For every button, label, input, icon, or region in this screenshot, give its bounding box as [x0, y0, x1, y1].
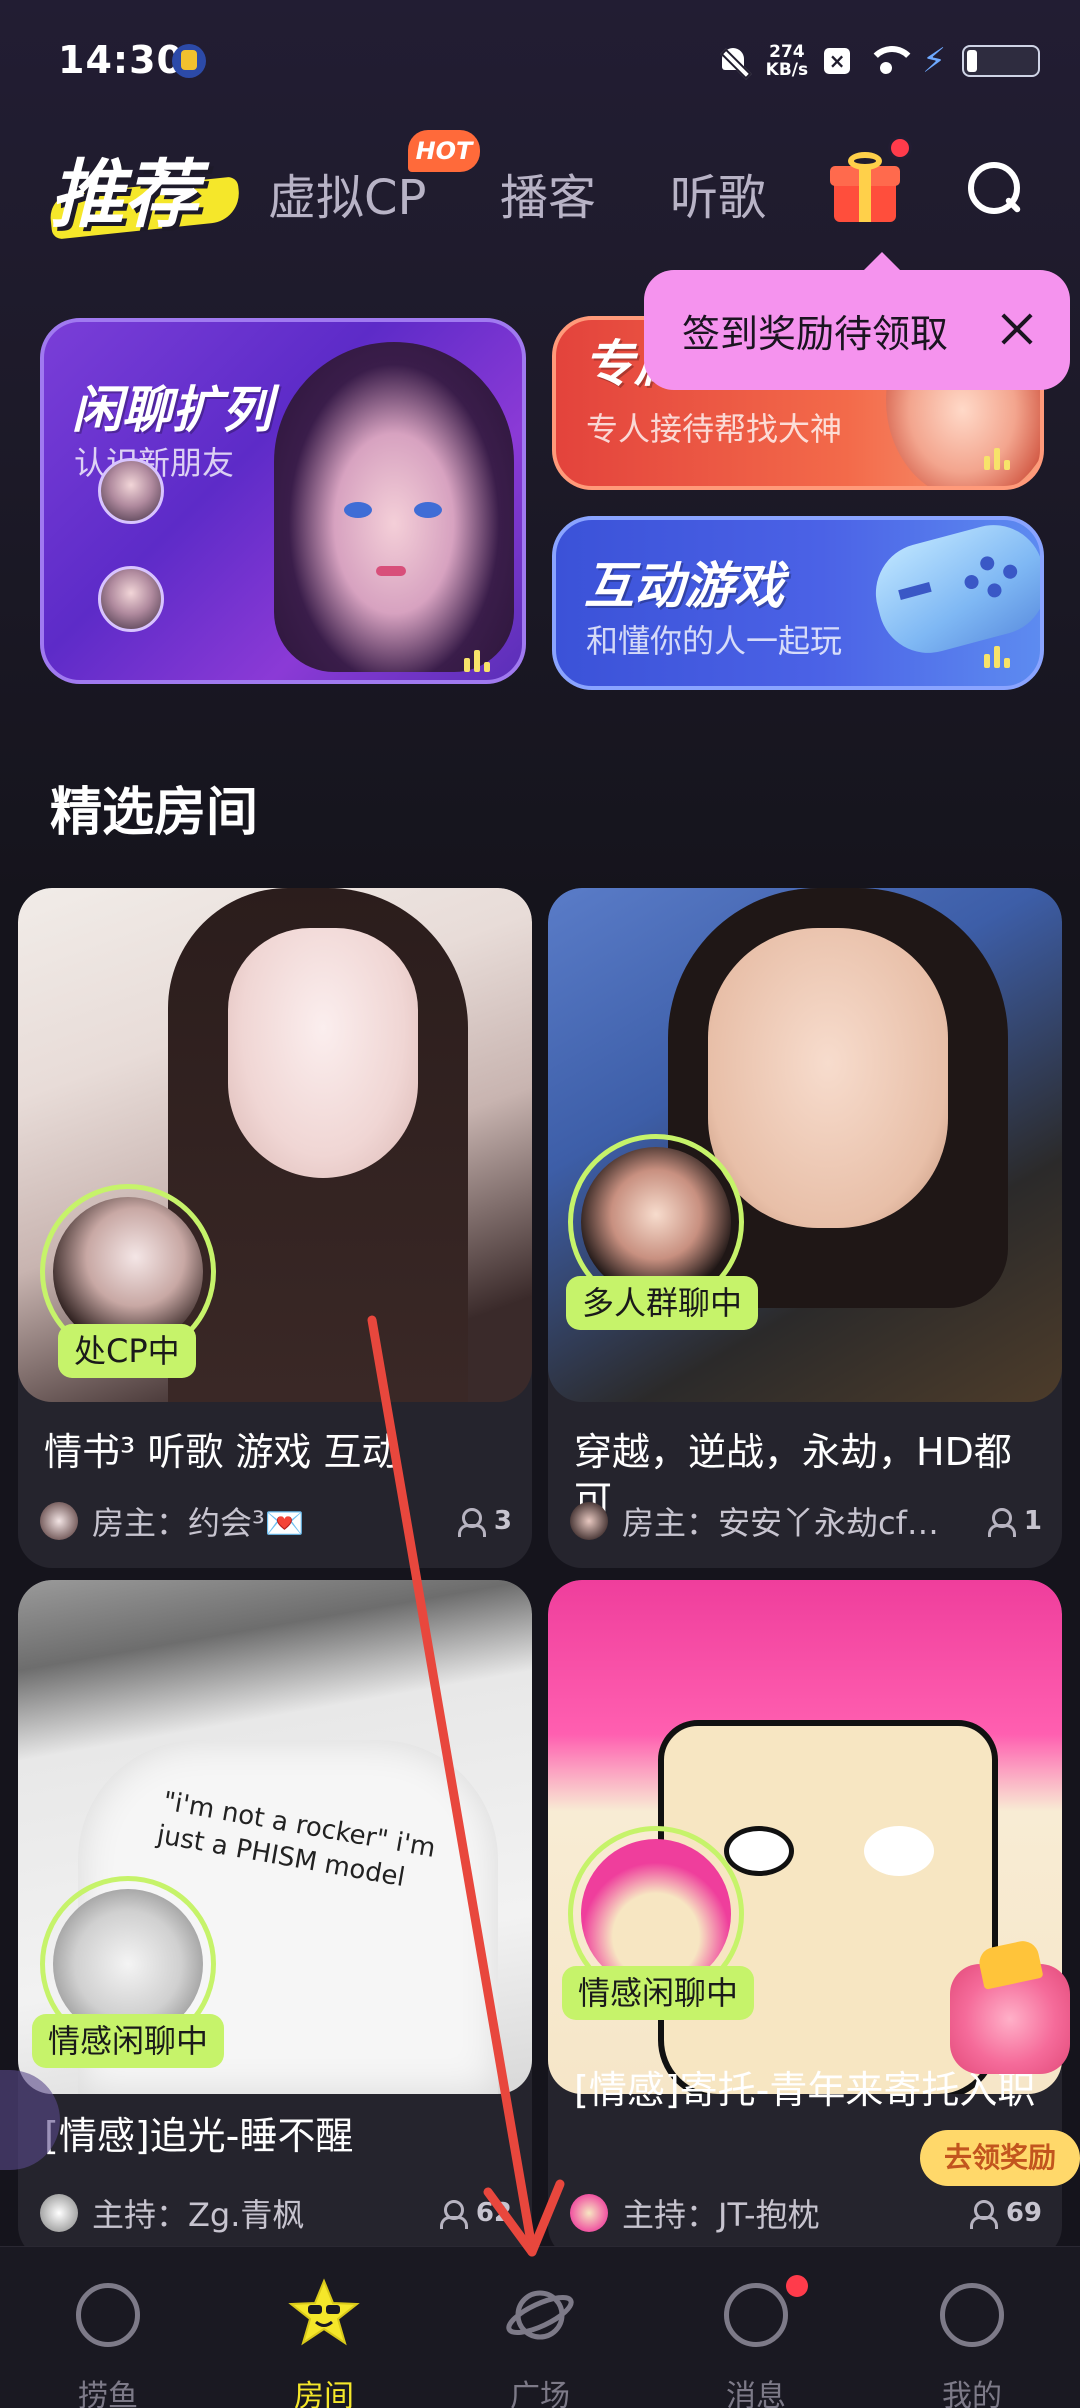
room-title: 情书³ 听歌 游戏 互动: [44, 1430, 400, 1474]
host-row: 主持：JT-抱枕 69: [570, 2192, 1042, 2234]
banner-chat[interactable]: 闲聊扩列 认识新朋友: [40, 318, 526, 684]
gift-icon: [950, 1964, 1070, 2074]
host-name: 主持：JT-抱枕: [622, 2196, 820, 2234]
host-row: 主持：Zg.青枫 62: [40, 2192, 512, 2234]
reward-float-button[interactable]: 去领奖励: [920, 1964, 1080, 2194]
status-bar: 14:30 274 KB/s × ⚡: [0, 0, 1080, 120]
nav-item-fishing[interactable]: 捞鱼: [0, 2247, 216, 2408]
hi-bubble-icon: [724, 2283, 788, 2347]
room-card[interactable]: 处CP中 情书³ 听歌 游戏 互动 房主：约会³💌 3: [18, 888, 532, 1568]
people-count: 3: [493, 1506, 512, 1536]
checkin-reward-tooltip[interactable]: 签到奖励待领取: [644, 252, 1070, 390]
nav-label: 广场: [510, 2379, 570, 2408]
network-speed-unit: KB/s: [765, 60, 809, 80]
reward-label: 去领奖励: [920, 2130, 1080, 2186]
mute-bell-icon: [716, 44, 750, 78]
people-icon: [439, 2198, 470, 2229]
nav-item-rooms[interactable]: 房间: [216, 2247, 432, 2408]
status-time: 14:30: [58, 38, 184, 82]
tab-music[interactable]: 听歌: [670, 158, 766, 228]
nav-label: 消息: [726, 2379, 786, 2408]
hot-badge: HOT: [408, 130, 480, 172]
charging-bolt-icon: ⚡: [922, 41, 946, 81]
host-name: 主持：Zg.青枫: [92, 2196, 305, 2234]
room-card[interactable]: 多人群聊中 穿越，逆战，永劫，HD都可 房主：安安丫永劫cf… 1: [548, 888, 1062, 1568]
search-icon[interactable]: [966, 160, 1022, 216]
banner-chat-title: 闲聊扩列: [72, 381, 272, 439]
avatar: [570, 1502, 608, 1540]
tooltip-text: 签到奖励待领取: [682, 311, 949, 356]
smile-bubble-icon: [940, 2283, 1004, 2347]
status-badge: 情感闲聊中: [32, 2014, 225, 2068]
nav-item-mine[interactable]: 我的: [864, 2247, 1080, 2408]
avatar: [98, 566, 164, 632]
room-title: [情感]追光-睡不醒: [44, 2114, 354, 2158]
top-tab-bar: 推荐 虚拟CP HOT 播客 听歌: [0, 130, 1080, 240]
message-notification-dot: [786, 2275, 808, 2297]
banner-illustration: [274, 342, 514, 672]
nav-label: 我的: [942, 2379, 1002, 2408]
host-name: 房主：安安丫永劫cf…: [622, 1504, 939, 1542]
gift-icon[interactable]: [828, 152, 900, 224]
nav-label: 捞鱼: [78, 2379, 138, 2408]
banner-special-subtitle: 专人接待帮找大神: [586, 410, 843, 448]
gift-ribbon-shape: [859, 166, 871, 222]
people-icon: [457, 1506, 488, 1537]
gamepad-icon: [864, 520, 1040, 665]
banner-games-subtitle: 和懂你的人一起玩: [586, 622, 843, 660]
star-face-icon: [288, 2278, 360, 2346]
avatar: [40, 1502, 78, 1540]
app-notification-icon: [172, 44, 206, 78]
banner-games[interactable]: 互动游戏 和懂你的人一起玩: [552, 516, 1044, 690]
avatar: [98, 458, 164, 524]
audio-bars-icon: [984, 646, 1014, 668]
status-badge: 多人群聊中: [566, 1276, 759, 1330]
people-icon: [987, 1506, 1018, 1537]
wifi-icon: [866, 46, 919, 76]
network-speed: 274 KB/s: [766, 43, 808, 79]
people-count: 62: [475, 2198, 512, 2228]
planet-icon: [506, 2290, 574, 2340]
nav-item-square[interactable]: 广场: [432, 2247, 648, 2408]
people-icon: [969, 2198, 1000, 2229]
avatar: [570, 2194, 608, 2232]
host-row: 房主：安安丫永劫cf… 1: [570, 1500, 1042, 1542]
status-badge: 处CP中: [58, 1324, 196, 1378]
audio-bars-icon: [984, 448, 1014, 470]
host-row: 房主：约会³💌 3: [40, 1500, 512, 1542]
tab-recommend[interactable]: 推荐: [50, 135, 198, 242]
voice-bubble-icon: [76, 2283, 140, 2347]
nav-item-messages[interactable]: 消息: [648, 2247, 864, 2408]
network-speed-value: 274: [769, 42, 805, 62]
gift-bow-shape: [848, 152, 882, 170]
status-badge: 情感闲聊中: [562, 1966, 755, 2020]
x-app-icon: ×: [824, 48, 851, 74]
room-card[interactable]: "i'm not a rocker" i'm just a PHISM mode…: [18, 1580, 532, 2260]
banner-games-title: 互动游戏: [584, 557, 784, 615]
tab-podcast[interactable]: 播客: [500, 158, 596, 228]
audio-bars-icon: [464, 650, 494, 672]
people-count: 69: [1005, 2198, 1042, 2228]
status-indicators: 274 KB/s × ⚡: [716, 36, 1040, 86]
avatar: [40, 2194, 78, 2232]
bottom-nav: 捞鱼 房间 广场 消息 我的: [0, 2246, 1080, 2408]
host-name: 房主：约会³💌: [92, 1504, 305, 1542]
section-title: 精选房间: [50, 783, 259, 843]
gift-notification-dot: [888, 136, 912, 160]
people-count: 1: [1023, 1506, 1042, 1536]
close-icon[interactable]: [992, 304, 1042, 354]
battery-icon: [962, 45, 1040, 77]
nav-label: 房间: [294, 2379, 354, 2408]
tab-virtual-cp[interactable]: 虚拟CP: [268, 158, 426, 228]
